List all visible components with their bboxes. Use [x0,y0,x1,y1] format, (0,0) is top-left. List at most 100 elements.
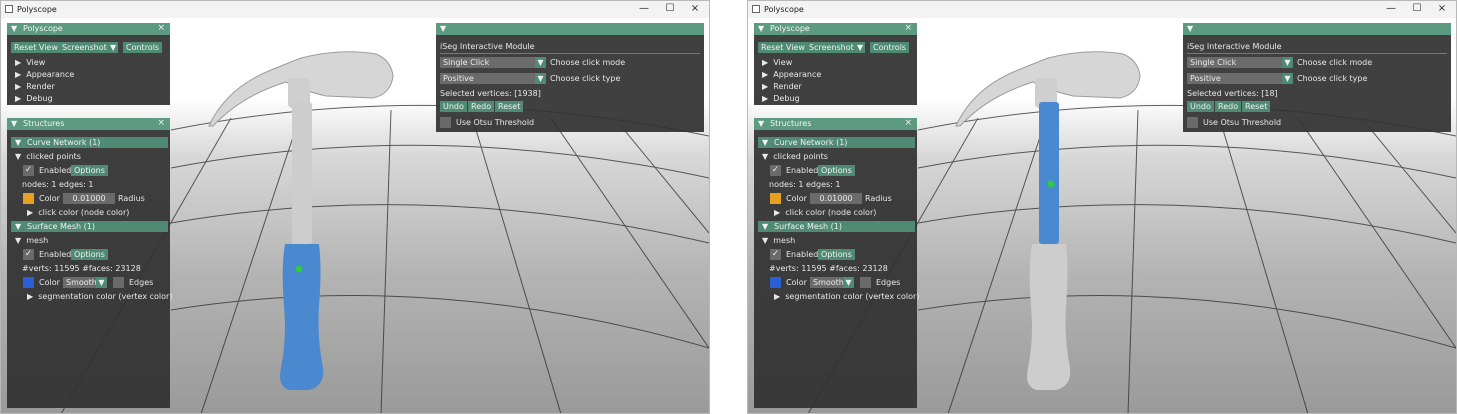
click-type-select[interactable]: Positive ▼ [1187,73,1293,84]
maximize-icon[interactable]: ☐ [659,3,681,14]
radius-input[interactable]: 0.01000 [810,193,862,204]
collapse-icon[interactable]: ▼ [11,24,17,33]
shade-select[interactable]: Smooth ▼ [63,277,107,288]
undo-button[interactable]: Undo [440,101,467,112]
tree-item-view[interactable]: ▶ View [15,58,45,67]
reset-button[interactable]: Reset [1242,101,1271,112]
edges-label: Edges [129,278,154,287]
tree-item-appearance[interactable]: ▶ Appearance [15,70,74,79]
hammer-model[interactable] [208,51,394,390]
close-icon[interactable]: × [904,118,912,128]
shade-select[interactable]: Smooth ▼ [810,277,854,288]
screenshot-button[interactable]: Screenshot [806,42,857,53]
reset-view-button[interactable]: Reset View [758,42,808,53]
click-type-select[interactable]: Positive ▼ [440,73,546,84]
screenshot-options-icon[interactable]: ▼ [107,42,118,53]
mesh-verts-faces: #verts: 11595 #faces: 23128 [22,264,141,273]
structures-panel-header[interactable]: ▼ Structures × [754,118,917,130]
iseg-panel-header[interactable]: ▼ [436,23,704,35]
controls-button[interactable]: Controls [123,42,163,53]
mesh-options-button[interactable]: Options [818,249,855,260]
iseg-panel: ▼ iSeg Interactive Module Single Click ▼ … [436,23,704,132]
close-icon[interactable]: × [157,118,165,128]
collapse-icon[interactable]: ▼ [11,119,17,128]
mesh-node[interactable]: ▼ mesh [762,236,795,245]
radius-input[interactable]: 0.01000 [63,193,115,204]
chevron-down-icon: ▼ [1282,57,1293,68]
tree-item-debug[interactable]: ▶ Debug [15,94,53,103]
otsu-label: Use Otsu Threshold [456,118,535,127]
app-icon [752,5,760,13]
redo-button[interactable]: Redo [468,101,495,112]
polyscope-panel: ▼ Polyscope × Reset View Screenshot ▼ Co… [754,23,917,105]
curve-network-header[interactable]: ▼ Curve Network (1) [11,137,168,148]
chevron-down-icon: ▼ [535,73,546,84]
hammer-model[interactable] [955,51,1141,390]
collapse-icon[interactable]: ▼ [758,119,764,128]
screenshot-options-icon[interactable]: ▼ [854,42,865,53]
close-icon[interactable]: × [157,23,165,33]
surface-mesh-header[interactable]: ▼ Surface Mesh (1) [758,221,915,232]
click-color-node[interactable]: ▶ click color (node color) [774,208,876,217]
surface-mesh-header[interactable]: ▼ Surface Mesh (1) [11,221,168,232]
curve-options-button[interactable]: Options [71,165,108,176]
otsu-label: Use Otsu Threshold [1203,118,1282,127]
polyscope-panel-header[interactable]: ▼ Polyscope × [7,23,170,35]
reset-view-button[interactable]: Reset View [11,42,61,53]
otsu-checkbox[interactable] [1187,117,1198,128]
curve-enabled-checkbox[interactable]: ✓ [23,165,34,176]
mesh-enabled-checkbox[interactable]: ✓ [23,249,34,260]
tree-item-debug[interactable]: ▶ Debug [762,94,800,103]
controls-button[interactable]: Controls [870,42,910,53]
edges-checkbox[interactable] [860,277,871,288]
screenshot-button[interactable]: Screenshot [59,42,110,53]
clicked-points-node[interactable]: ▼ clicked points [15,152,81,161]
curve-color-swatch[interactable] [770,193,781,204]
clicked-points-node[interactable]: ▼ clicked points [762,152,828,161]
mesh-node[interactable]: ▼ mesh [15,236,48,245]
redo-button[interactable]: Redo [1215,101,1242,112]
click-mode-select[interactable]: Single Click ▼ [440,57,546,68]
segmentation-color-node[interactable]: ▶ segmentation color (vertex color) [774,292,919,301]
close-window-icon[interactable]: × [684,3,706,14]
segmentation-color-node[interactable]: ▶ segmentation color (vertex color) [27,292,172,301]
close-window-icon[interactable]: × [1431,3,1453,14]
minimize-icon[interactable]: — [1380,3,1402,14]
mesh-options-button[interactable]: Options [71,249,108,260]
chevron-down-icon: ▼ [96,277,107,288]
collapse-icon[interactable]: ▼ [440,24,446,33]
curve-options-button[interactable]: Options [818,165,855,176]
hammer-grip [280,244,324,390]
maximize-icon[interactable]: ☐ [1406,3,1428,14]
mesh-enabled-checkbox[interactable]: ✓ [770,249,781,260]
click-mode-select[interactable]: Single Click ▼ [1187,57,1293,68]
collapse-icon[interactable]: ▼ [758,24,764,33]
chevron-down-icon: ▼ [535,57,546,68]
collapse-icon[interactable]: ▼ [1187,24,1193,33]
tree-item-appearance[interactable]: ▶ Appearance [762,70,821,79]
reset-button[interactable]: Reset [495,101,524,112]
hammer-shaft [1039,102,1059,244]
polyscope-panel-header[interactable]: ▼ Polyscope × [754,23,917,35]
curve-enabled-checkbox[interactable]: ✓ [770,165,781,176]
structures-panel-header[interactable]: ▼ Structures × [7,118,170,130]
tree-item-render[interactable]: ▶ Render [15,82,55,91]
otsu-checkbox[interactable] [440,117,451,128]
curve-network-header[interactable]: ▼ Curve Network (1) [758,137,915,148]
iseg-title: iSeg Interactive Module [440,42,535,51]
tree-item-render[interactable]: ▶ Render [762,82,802,91]
minimize-icon[interactable]: — [633,3,655,14]
chevron-down-icon: ▼ [1282,73,1293,84]
mesh-color-swatch[interactable] [770,277,781,288]
iseg-panel-header[interactable]: ▼ [1183,23,1451,35]
click-color-node[interactable]: ▶ click color (node color) [27,208,129,217]
structures-panel: ▼ Structures × ▼ Curve Network (1) ▼ cli… [754,118,919,408]
mesh-color-swatch[interactable] [23,277,34,288]
undo-button[interactable]: Undo [1187,101,1214,112]
iseg-title: iSeg Interactive Module [1187,42,1282,51]
curve-color-swatch[interactable] [23,193,34,204]
tree-item-view[interactable]: ▶ View [762,58,792,67]
close-icon[interactable]: × [904,23,912,33]
hammer-grip [1027,244,1071,390]
edges-checkbox[interactable] [113,277,124,288]
